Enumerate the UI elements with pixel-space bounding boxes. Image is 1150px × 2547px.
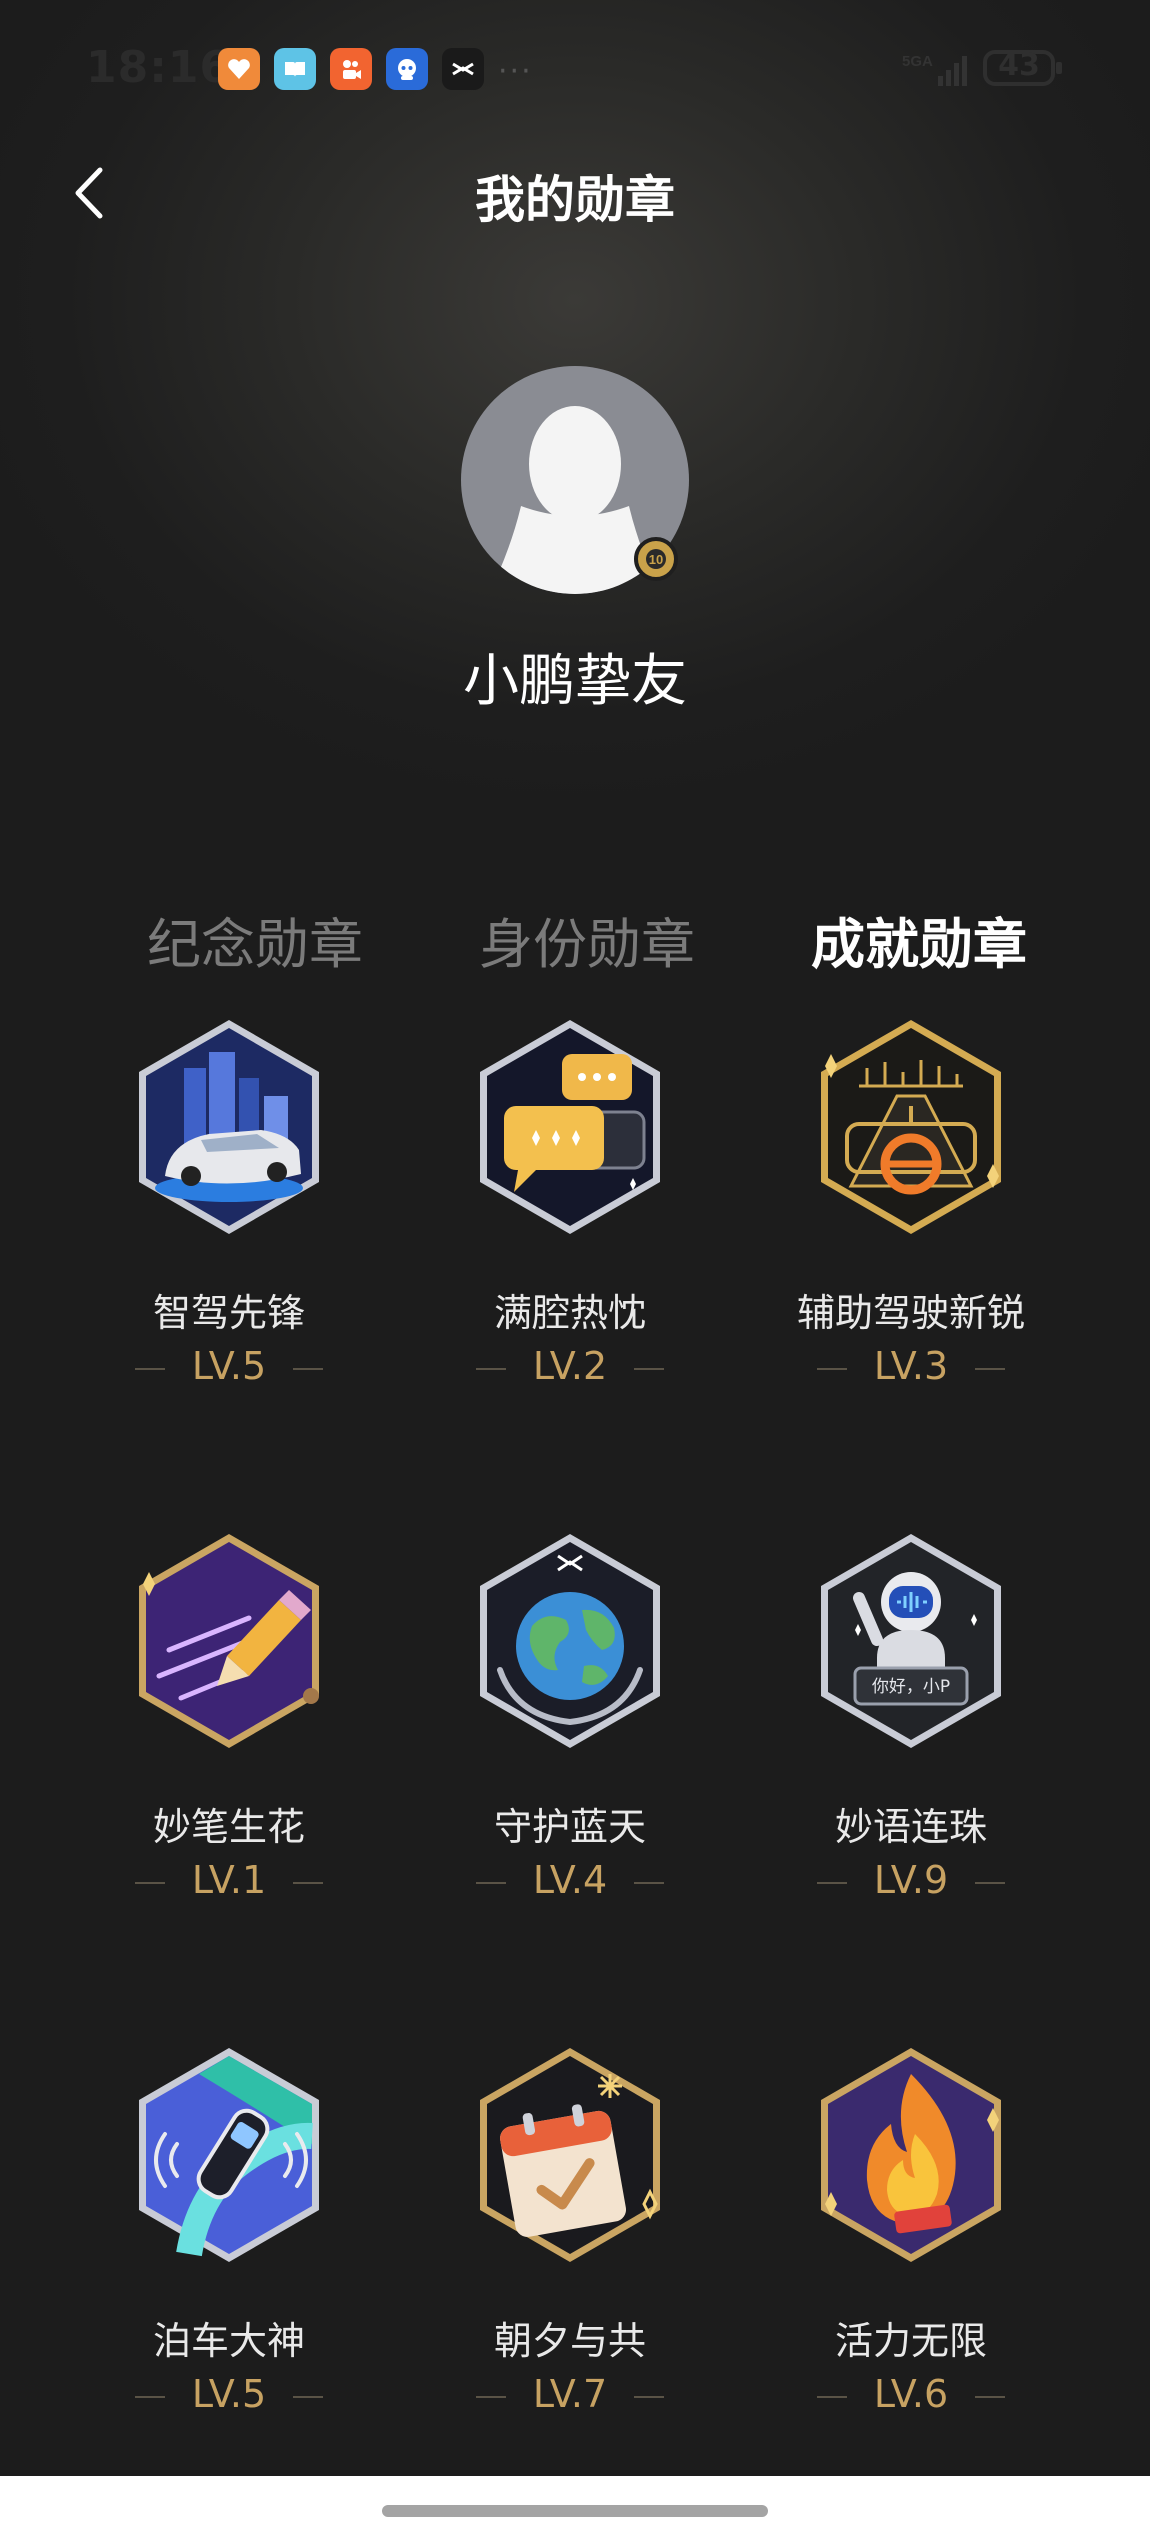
medal-level-row: LV.9	[761, 1858, 1061, 1908]
svg-text:10: 10	[649, 552, 663, 567]
xpeng-icon	[442, 48, 484, 90]
medal-level-row: LV.7	[420, 2372, 720, 2422]
flame-icon	[811, 2044, 1011, 2266]
more-notifications: ···	[498, 54, 533, 89]
pencil-icon	[129, 1530, 329, 1752]
tab-commemorative[interactable]: 纪念勋章	[125, 900, 385, 979]
medal-item[interactable]: 守护蓝天 LV.4	[420, 1530, 720, 1950]
avatar-badge-icon: 10	[634, 537, 678, 581]
medal-name: 守护蓝天	[493, 1805, 646, 1849]
parking-car-icon	[129, 2044, 329, 2266]
signal-icon: 5GA	[902, 50, 972, 94]
medal-level-row: LV.4	[420, 1858, 720, 1908]
medal-item[interactable]: 辅助驾驶新锐 LV.3	[761, 1016, 1061, 1436]
medal-tabs: 纪念勋章 身份勋章 成就勋章	[0, 900, 1150, 976]
health-heart-icon	[218, 48, 260, 90]
page-title: 我的勋章	[475, 171, 675, 229]
medal-item[interactable]: 妙笔生花 LV.1	[79, 1530, 379, 1950]
notification-icons	[218, 48, 484, 90]
medal-name: 活力无限	[834, 2319, 987, 2363]
bot-app-icon	[386, 48, 428, 90]
medal-level-row: LV.5	[79, 1344, 379, 1394]
medal-level: LV.2	[532, 1344, 608, 1388]
medal-level: LV.3	[873, 1344, 949, 1388]
medal-level: LV.9	[873, 1858, 949, 1902]
medal-level-row: LV.6	[761, 2372, 1061, 2422]
medal-level: LV.6	[873, 2372, 949, 2416]
medal-name: 朝夕与共	[493, 2319, 646, 2363]
medal-item[interactable]: 你好，小P 妙语连珠 LV.9	[761, 1530, 1061, 1950]
battery-icon: 43	[983, 48, 1062, 86]
medal-level: LV.5	[191, 1344, 267, 1388]
calendar-check-icon	[470, 2044, 670, 2266]
medal-item[interactable]: 泊车大神 LV.5	[79, 2044, 379, 2464]
status-time: 18:16	[86, 42, 232, 93]
medal-name: 妙笔生花	[152, 1805, 305, 1849]
robot-speech-text: 你好，小P	[872, 1677, 950, 1697]
medal-level: LV.7	[532, 2372, 608, 2416]
medal-name: 辅助驾驶新锐	[796, 1291, 1025, 1335]
home-indicator[interactable]	[382, 2505, 768, 2517]
medal-item[interactable]: 活力无限 LV.6	[761, 2044, 1061, 2464]
medal-name: 泊车大神	[152, 2319, 305, 2363]
earth-hands-icon	[470, 1530, 670, 1752]
medal-level-row: LV.1	[79, 1858, 379, 1908]
medal-name: 妙语连珠	[834, 1805, 987, 1849]
battery-level: 43	[998, 48, 1040, 83]
medal-item[interactable]: 智驾先锋 LV.5	[79, 1016, 379, 1436]
medal-name: 满腔热忱	[493, 1291, 646, 1335]
chat-bubbles-icon	[470, 1016, 670, 1238]
driving-assist-road-icon	[811, 1016, 1011, 1238]
network-label: 5GA	[902, 53, 933, 70]
medal-item[interactable]: 朝夕与共 LV.7	[420, 2044, 720, 2464]
username: 小鹏挚友	[463, 649, 687, 714]
medal-level-row: LV.5	[79, 2372, 379, 2422]
tab-achievement[interactable]: 成就勋章	[789, 900, 1049, 979]
reader-book-icon	[274, 48, 316, 90]
robot-voice-icon: 你好，小P	[811, 1530, 1011, 1752]
medal-level-row: LV.3	[761, 1344, 1061, 1394]
medal-name: 智驾先锋	[152, 1291, 305, 1335]
medal-level: LV.5	[191, 2372, 267, 2416]
medal-level: LV.4	[532, 1858, 608, 1902]
kuaishou-icon	[330, 48, 372, 90]
medal-item[interactable]: 满腔热忱 LV.2	[420, 1016, 720, 1436]
medal-level-row: LV.2	[420, 1344, 720, 1394]
medal-level: LV.1	[191, 1858, 267, 1902]
tab-identity[interactable]: 身份勋章	[457, 900, 717, 979]
smart-driving-car-icon	[129, 1016, 329, 1238]
status-bar: 18:16 ··· 5GA 43	[0, 0, 1150, 140]
